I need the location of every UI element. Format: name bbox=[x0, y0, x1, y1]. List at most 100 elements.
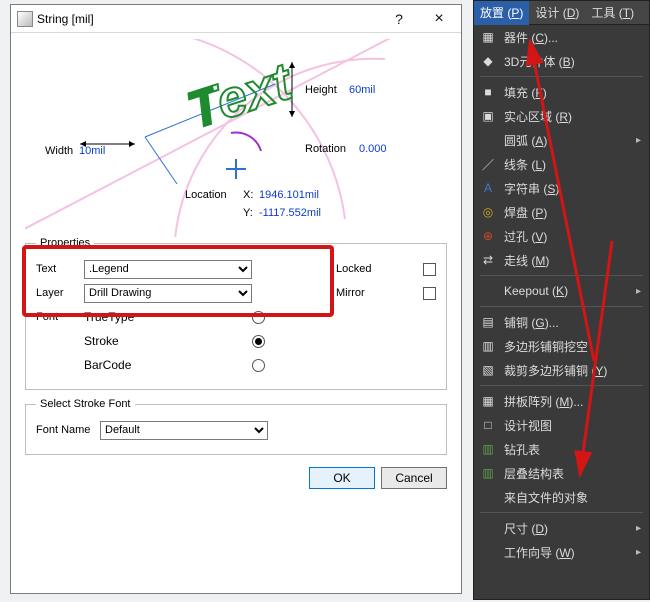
menu-tab[interactable]: 工具 (T) bbox=[585, 1, 640, 25]
menu-separator bbox=[480, 512, 643, 513]
height-label: Height bbox=[305, 84, 337, 96]
properties-group: Properties Text .Legend Locked Layer bbox=[25, 237, 447, 390]
blank-icon bbox=[480, 283, 496, 299]
menu-item-label: 来自文件的对象 bbox=[504, 489, 588, 506]
layer-select[interactable]: Drill Drawing bbox=[84, 284, 252, 303]
blank-icon bbox=[480, 489, 496, 505]
menu-item[interactable]: 工作向导 (W)▸ bbox=[474, 540, 649, 564]
menu-item-label: 钻孔表 bbox=[504, 441, 540, 458]
mirror-label: Mirror bbox=[336, 287, 365, 299]
cancel-button[interactable]: Cancel bbox=[381, 467, 447, 489]
region-icon: ▣ bbox=[480, 108, 496, 124]
menu-item-label: 圆弧 (A) bbox=[504, 132, 547, 149]
menu-item-label: 铺铜 (G)... bbox=[504, 314, 559, 331]
menu-item[interactable]: ◆3D元件体 (B) bbox=[474, 49, 649, 73]
menu-tabs: 放置 (P)设计 (D)工具 (T) bbox=[474, 1, 649, 25]
menu-item[interactable]: ▤ 铺铜 (G)... bbox=[474, 310, 649, 334]
location-y-value[interactable]: -1117.552mil bbox=[259, 207, 321, 219]
slice-icon: ▧ bbox=[480, 362, 496, 378]
submenu-arrow-icon: ▸ bbox=[636, 523, 641, 534]
menu-item-label: 层叠结构表 bbox=[504, 465, 564, 482]
barcode-radio[interactable] bbox=[252, 359, 265, 372]
menu-item[interactable]: 来自文件的对象 bbox=[474, 485, 649, 509]
menu-separator bbox=[480, 385, 643, 386]
font-truetype-label: TrueType bbox=[84, 310, 252, 324]
blank-icon bbox=[480, 132, 496, 148]
location-y-label: Y: bbox=[243, 207, 253, 219]
menu-item[interactable]: Keepout (K)▸ bbox=[474, 279, 649, 303]
preview-area: Text Text Width 10mil Height 60mil Rotat… bbox=[25, 39, 447, 237]
location-x-label: X: bbox=[243, 189, 253, 201]
cutout-icon: ▥ bbox=[480, 338, 496, 354]
menu-item-label: 字符串 (S) bbox=[504, 180, 559, 197]
help-button[interactable]: ? bbox=[379, 5, 419, 33]
menu-item[interactable]: ◎焊盘 (P) bbox=[474, 200, 649, 224]
truetype-radio[interactable] bbox=[252, 311, 265, 324]
component-icon: ▦ bbox=[480, 29, 496, 45]
menu-item-label: Keepout (K) bbox=[504, 284, 568, 298]
text-select[interactable]: .Legend bbox=[84, 260, 252, 279]
menu-item-label: 设计视图 bbox=[504, 417, 552, 434]
fontname-select[interactable]: Default bbox=[100, 421, 268, 440]
font-barcode-label: BarCode bbox=[84, 358, 252, 372]
menu-item-label: 工作向导 (W) bbox=[504, 544, 575, 561]
menu-item[interactable]: A字符串 (S) bbox=[474, 176, 649, 200]
submenu-arrow-icon: ▸ bbox=[636, 135, 641, 146]
menu-item[interactable]: ⇄ 走线 (M) bbox=[474, 248, 649, 272]
drilltable-icon: ▥ bbox=[480, 441, 496, 457]
stroke-radio[interactable] bbox=[252, 335, 265, 348]
menu-item[interactable]: ▥ 钻孔表 bbox=[474, 437, 649, 461]
menu-item[interactable]: ／ 线条 (L) bbox=[474, 152, 649, 176]
rotation-value[interactable]: 0.000 bbox=[359, 143, 387, 155]
menu-item-label: 多边形铺铜挖空 bbox=[504, 338, 588, 355]
preview-svg: Text Text bbox=[25, 39, 449, 237]
menu-separator bbox=[480, 275, 643, 276]
menu-item[interactable]: 圆弧 (A) ▸ bbox=[474, 128, 649, 152]
menu-item-label: 线条 (L) bbox=[504, 156, 546, 173]
stackup-icon: ▥ bbox=[480, 465, 496, 481]
menu-separator bbox=[480, 306, 643, 307]
menu-item-label: 裁剪多边形铺铜 (Y) bbox=[504, 362, 607, 379]
menu-item[interactable]: ▥ 多边形铺铜挖空 bbox=[474, 334, 649, 358]
ok-button[interactable]: OK bbox=[309, 467, 375, 489]
menu-item[interactable]: ⊕过孔 (V) bbox=[474, 224, 649, 248]
mirror-checkbox[interactable] bbox=[423, 287, 436, 300]
height-value[interactable]: 60mil bbox=[349, 84, 375, 96]
width-value[interactable]: 10mil bbox=[79, 145, 105, 157]
font-label: Font bbox=[36, 311, 84, 323]
fontname-label: Font Name bbox=[36, 424, 100, 436]
blank-icon bbox=[480, 544, 496, 560]
pour-icon: ▤ bbox=[480, 314, 496, 330]
menu-item-label: 实心区域 (R) bbox=[504, 108, 572, 125]
menu-item-label: 走线 (M) bbox=[504, 252, 549, 269]
menu-item[interactable]: ▦拼板阵列 (M)... bbox=[474, 389, 649, 413]
menu-item[interactable]: ▦器件 (C)... bbox=[474, 25, 649, 49]
locked-label: Locked bbox=[336, 263, 371, 275]
dialog-title: String [mil] bbox=[37, 12, 94, 26]
location-x-value[interactable]: 1946.101mil bbox=[259, 189, 319, 201]
menu-item[interactable]: 尺寸 (D)▸ bbox=[474, 516, 649, 540]
stroke-legend: Select Stroke Font bbox=[36, 398, 135, 410]
menu-tab[interactable]: 设计 (D) bbox=[529, 1, 585, 25]
app-icon bbox=[17, 11, 33, 27]
menu-item[interactable]: ■填充 (F) bbox=[474, 80, 649, 104]
menu-separator bbox=[480, 76, 643, 77]
pad-icon: ◎ bbox=[480, 204, 496, 220]
menu-item[interactable]: ▧ 裁剪多边形铺铜 (Y) bbox=[474, 358, 649, 382]
blank-icon bbox=[480, 520, 496, 536]
width-label: Width bbox=[45, 145, 73, 157]
string-dialog: String [mil] ? × bbox=[10, 4, 462, 594]
close-button[interactable]: × bbox=[419, 5, 459, 33]
menu-item[interactable]: □设计视图 bbox=[474, 413, 649, 437]
title-bar[interactable]: String [mil] ? × bbox=[11, 5, 461, 33]
locked-checkbox[interactable] bbox=[423, 263, 436, 276]
fill-icon: ■ bbox=[480, 84, 496, 100]
line-icon: ／ bbox=[480, 156, 496, 172]
menu-item-label: 3D元件体 (B) bbox=[504, 53, 575, 70]
menu-tab[interactable]: 放置 (P) bbox=[474, 1, 529, 25]
menu-item[interactable]: ▥ 层叠结构表 bbox=[474, 461, 649, 485]
menu-list: ▦器件 (C)...◆3D元件体 (B) ■填充 (F) ▣ 实心区域 (R) 圆弧 (… bbox=[474, 25, 649, 599]
track-icon: ⇄ bbox=[480, 252, 496, 268]
stroke-font-group: Select Stroke Font Font Name Default bbox=[25, 398, 447, 455]
menu-item[interactable]: ▣ 实心区域 (R) bbox=[474, 104, 649, 128]
